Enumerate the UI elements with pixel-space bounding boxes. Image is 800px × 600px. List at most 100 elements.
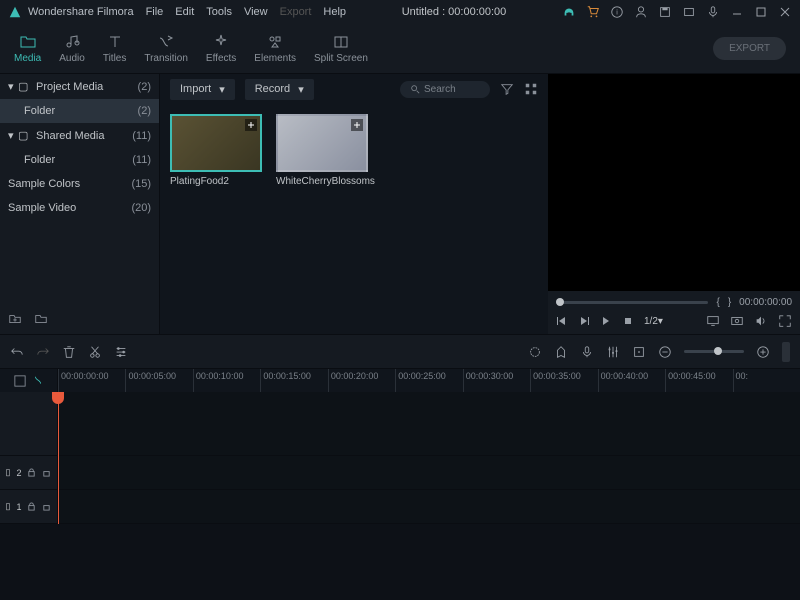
render-icon[interactable] <box>528 345 542 359</box>
menu-view[interactable]: View <box>244 6 268 18</box>
tab-transition[interactable]: Transition <box>144 33 188 64</box>
menu-help[interactable]: Help <box>323 6 346 18</box>
effects-icon <box>212 33 230 51</box>
sidebar-item-sample-video[interactable]: Sample Video (20) <box>0 196 159 220</box>
lock-icon[interactable] <box>27 468 36 477</box>
ruler-tick: 00:00:15:00 <box>260 369 327 392</box>
preview-controls: { } 00:00:00:00 1/2 ▾ <box>548 291 800 334</box>
ruler-tick: 00:00:40:00 <box>598 369 665 392</box>
save-icon[interactable] <box>658 5 672 19</box>
menu-tools[interactable]: Tools <box>206 6 232 18</box>
chevron-down-icon: ▾ <box>8 129 18 142</box>
zoom-in-icon[interactable] <box>756 345 770 359</box>
out-bracket[interactable]: } <box>728 297 731 308</box>
tab-elements[interactable]: Elements <box>254 33 296 64</box>
add-folder-icon[interactable] <box>8 312 22 326</box>
audio-track[interactable]: ▯ 2 <box>0 456 800 490</box>
voiceover-icon[interactable] <box>580 345 594 359</box>
maximize-icon[interactable] <box>754 6 768 18</box>
tab-splitscreen[interactable]: Split Screen <box>314 33 368 64</box>
menu-edit[interactable]: Edit <box>175 6 194 18</box>
stop-icon[interactable] <box>622 315 634 327</box>
add-to-timeline-icon[interactable] <box>245 119 257 131</box>
mute-icon[interactable]: ▯ <box>6 501 11 512</box>
open-folder-icon[interactable] <box>34 312 48 326</box>
cart-icon[interactable] <box>586 5 600 19</box>
snapshot-icon[interactable] <box>730 314 744 328</box>
close-icon[interactable] <box>778 6 792 18</box>
media-grid: PlatingFood2 WhiteCherryBlossoms <box>160 104 548 334</box>
sidebar-item-project-media[interactable]: ▾ ▢ Project Media (2) <box>0 74 159 99</box>
tab-media[interactable]: Media <box>14 33 41 64</box>
play-icon[interactable] <box>600 315 612 327</box>
video-track[interactable] <box>0 392 800 456</box>
ruler-tick: 00:00:30:00 <box>463 369 530 392</box>
main-toolbar: Media Audio Titles Transition Effects El… <box>0 24 800 74</box>
delete-icon[interactable] <box>62 345 76 359</box>
track-lane[interactable] <box>58 490 800 523</box>
link-tracks-icon[interactable] <box>14 375 26 387</box>
media-clip[interactable]: PlatingFood2 <box>170 114 262 187</box>
snap-icon[interactable] <box>32 375 44 387</box>
track-lane[interactable] <box>58 392 800 455</box>
step-back-icon[interactable] <box>556 315 568 327</box>
record-dropdown[interactable]: Record▾ <box>245 79 314 100</box>
sidebar-item-folder[interactable]: Folder (2) <box>0 99 159 123</box>
mute-icon[interactable]: ▯ <box>6 467 11 478</box>
ruler-tick: 00:00:45:00 <box>665 369 732 392</box>
grid-view-icon[interactable] <box>524 82 538 96</box>
info-icon[interactable]: i <box>610 5 624 19</box>
tab-audio[interactable]: Audio <box>59 33 85 64</box>
sidebar-item-sample-colors[interactable]: Sample Colors (15) <box>0 172 159 196</box>
svg-text:i: i <box>616 10 618 17</box>
window-icon[interactable] <box>682 5 696 19</box>
headset-icon[interactable] <box>562 5 576 19</box>
lock-icon[interactable] <box>27 502 36 511</box>
unlock-icon[interactable] <box>42 468 51 477</box>
import-dropdown[interactable]: Import▾ <box>170 79 235 100</box>
marker-icon[interactable] <box>554 345 568 359</box>
in-bracket[interactable]: { <box>716 297 719 308</box>
tab-titles[interactable]: Titles <box>103 33 127 64</box>
preview-viewport[interactable] <box>548 74 800 291</box>
adjust-icon[interactable] <box>114 345 128 359</box>
playhead[interactable] <box>58 392 59 524</box>
preview-scrubber[interactable] <box>556 301 708 304</box>
time-ruler[interactable]: 00:00:00:00 00:00:05:00 00:00:10:00 00:0… <box>0 368 800 392</box>
add-to-timeline-icon[interactable] <box>351 119 363 131</box>
media-panel: Import▾ Record▾ Search PlatingFood2 Whit… <box>160 74 548 334</box>
menu-file[interactable]: File <box>146 6 164 18</box>
user-icon[interactable] <box>634 5 648 19</box>
timeline-toggle-icon[interactable] <box>782 342 790 362</box>
sidebar-item-shared-media[interactable]: ▾ ▢ Shared Media (11) <box>0 123 159 148</box>
minimize-icon[interactable] <box>730 6 744 18</box>
zoom-slider[interactable] <box>684 350 744 353</box>
audio-mixer-icon[interactable] <box>606 345 620 359</box>
undo-icon[interactable] <box>10 345 24 359</box>
splitscreen-icon <box>332 33 350 51</box>
filter-icon[interactable] <box>500 82 514 96</box>
app-name: Wondershare Filmora <box>28 6 134 18</box>
menu-export[interactable]: Export <box>280 6 312 18</box>
zoom-out-icon[interactable] <box>658 345 672 359</box>
crop-icon[interactable] <box>632 345 646 359</box>
sidebar-item-folder[interactable]: Folder (11) <box>0 148 159 172</box>
redo-icon[interactable] <box>36 345 50 359</box>
tab-effects[interactable]: Effects <box>206 33 236 64</box>
track-lane[interactable] <box>58 456 800 489</box>
fullscreen-icon[interactable] <box>778 314 792 328</box>
export-button[interactable]: EXPORT <box>713 37 786 60</box>
text-icon <box>106 33 124 51</box>
step-forward-icon[interactable] <box>578 315 590 327</box>
display-icon[interactable] <box>706 314 720 328</box>
cut-icon[interactable] <box>88 345 102 359</box>
speed-selector[interactable]: 1/2 ▾ <box>644 316 663 327</box>
menu-bar: File Edit Tools View Export Help <box>146 6 346 18</box>
mic-icon[interactable] <box>706 5 720 19</box>
audio-track[interactable]: ▯ 1 <box>0 490 800 524</box>
media-clip[interactable]: WhiteCherryBlossoms <box>276 114 368 187</box>
volume-icon[interactable] <box>754 314 768 328</box>
unlock-icon[interactable] <box>42 502 51 511</box>
music-icon <box>63 33 81 51</box>
search-input[interactable]: Search <box>400 81 490 98</box>
